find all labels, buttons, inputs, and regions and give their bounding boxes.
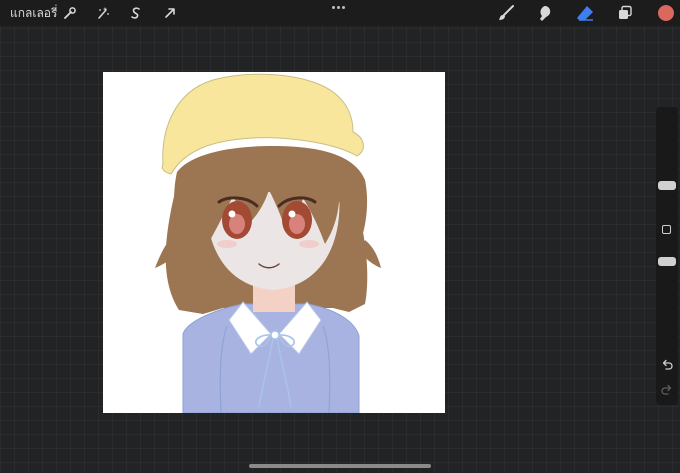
home-indicator bbox=[249, 464, 431, 468]
drawing-canvas[interactable] bbox=[103, 72, 445, 413]
side-toolbar bbox=[656, 107, 678, 405]
more-options-icon[interactable] bbox=[332, 6, 348, 12]
undo-icon[interactable] bbox=[659, 357, 675, 373]
color-picker-swatch[interactable] bbox=[657, 4, 675, 22]
brush-size-slider[interactable] bbox=[658, 181, 676, 190]
magic-wand-icon[interactable] bbox=[93, 3, 113, 23]
opacity-slider[interactable] bbox=[658, 256, 676, 266]
transform-arrow-icon[interactable] bbox=[160, 3, 180, 23]
brush-icon[interactable] bbox=[496, 3, 516, 23]
wrench-icon[interactable] bbox=[60, 3, 80, 23]
smudge-icon[interactable] bbox=[535, 3, 555, 23]
modify-square-icon[interactable] bbox=[662, 225, 671, 234]
gallery-button[interactable]: แกลเลอรี่ bbox=[10, 6, 57, 20]
layers-icon[interactable] bbox=[615, 3, 635, 23]
redo-icon[interactable] bbox=[659, 382, 675, 398]
top-toolbar: แกลเลอรี่ bbox=[0, 0, 680, 26]
eraser-icon[interactable] bbox=[575, 3, 595, 23]
artwork-illustration bbox=[155, 73, 381, 413]
selection-icon[interactable] bbox=[126, 3, 146, 23]
